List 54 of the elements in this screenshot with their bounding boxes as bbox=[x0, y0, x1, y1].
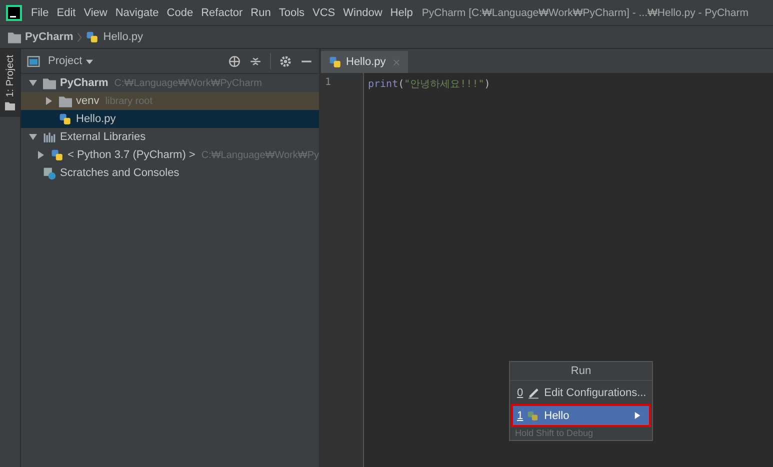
menu-item[interactable]: VCS bbox=[308, 6, 340, 18]
tree-item-label: External Libraries bbox=[60, 131, 146, 143]
tree-item-label: PyCharm bbox=[60, 77, 108, 89]
python-icon bbox=[527, 409, 540, 422]
submenu-arrow-icon bbox=[634, 412, 641, 419]
popup-menu-item[interactable]: 1 Hello bbox=[511, 404, 651, 427]
tree-row[interactable]: External Libraries bbox=[21, 128, 319, 146]
folder-icon bbox=[8, 30, 21, 44]
settings-icon[interactable] bbox=[279, 54, 292, 68]
collapsed-arrow-icon[interactable] bbox=[45, 97, 53, 105]
popup-menu-item[interactable]: 0 Edit Configurations... bbox=[511, 381, 651, 404]
code-line: print("안녕하세요!!!") bbox=[368, 78, 490, 91]
app-logo-icon bbox=[6, 4, 22, 20]
menu-item[interactable]: View bbox=[80, 6, 112, 18]
tree-item-label: Scratches and Consoles bbox=[60, 167, 180, 179]
target-icon[interactable] bbox=[228, 54, 241, 68]
editor-tab[interactable]: Hello.py bbox=[321, 51, 408, 73]
line-number: 1 bbox=[324, 77, 332, 88]
dropdown-arrow-icon[interactable] bbox=[86, 58, 94, 64]
menu-item[interactable]: Edit bbox=[52, 6, 80, 18]
tree-row[interactable]: Hello.py bbox=[21, 110, 319, 128]
scratches-icon bbox=[43, 166, 56, 180]
tree-item-label: < Python 3.7 (PyCharm) > bbox=[68, 149, 196, 161]
menu-item[interactable]: Run bbox=[246, 6, 275, 18]
expanded-arrow-icon[interactable] bbox=[29, 79, 37, 87]
pencil-icon bbox=[527, 386, 540, 399]
python-file-icon bbox=[329, 56, 342, 68]
menu-item[interactable]: Window bbox=[339, 6, 386, 18]
python-icon bbox=[50, 148, 64, 162]
menu-item[interactable]: Refactor bbox=[197, 6, 247, 18]
panel-title-dropdown[interactable]: Project bbox=[48, 55, 82, 67]
collapsed-arrow-icon[interactable] bbox=[36, 151, 45, 159]
menu-item[interactable]: Navigate bbox=[111, 6, 163, 18]
menu-item[interactable]: Help bbox=[386, 6, 417, 18]
tree-item-label: Hello.py bbox=[76, 113, 116, 125]
chevron-icon bbox=[77, 32, 82, 42]
folder-icon bbox=[43, 76, 56, 90]
python-file-icon bbox=[86, 30, 100, 44]
window-title: PyCharm [C:₩Language₩Work₩PyCharm] - ...₩Hello.py - PyCharm bbox=[422, 6, 748, 18]
breadcrumb-item[interactable]: Hello.py bbox=[103, 31, 144, 43]
menu-item[interactable]: Code bbox=[162, 6, 198, 18]
expanded-arrow-icon[interactable] bbox=[29, 133, 37, 141]
tree-item-label: venv bbox=[76, 95, 100, 107]
folder-icon bbox=[59, 94, 72, 108]
breadcrumb-item[interactable]: PyCharm bbox=[25, 31, 74, 43]
tree-row[interactable]: Scratches and Consoles bbox=[21, 164, 319, 182]
popup-title: Run bbox=[510, 362, 652, 381]
python-icon bbox=[59, 112, 72, 126]
panel-window-icon bbox=[27, 54, 40, 68]
project-tool-tab[interactable]: 1: Project bbox=[0, 49, 20, 118]
folder-icon bbox=[5, 101, 15, 112]
menu-item[interactable]: Tools bbox=[274, 6, 309, 18]
menu-item[interactable]: File bbox=[27, 6, 53, 18]
library-icon bbox=[43, 130, 56, 144]
